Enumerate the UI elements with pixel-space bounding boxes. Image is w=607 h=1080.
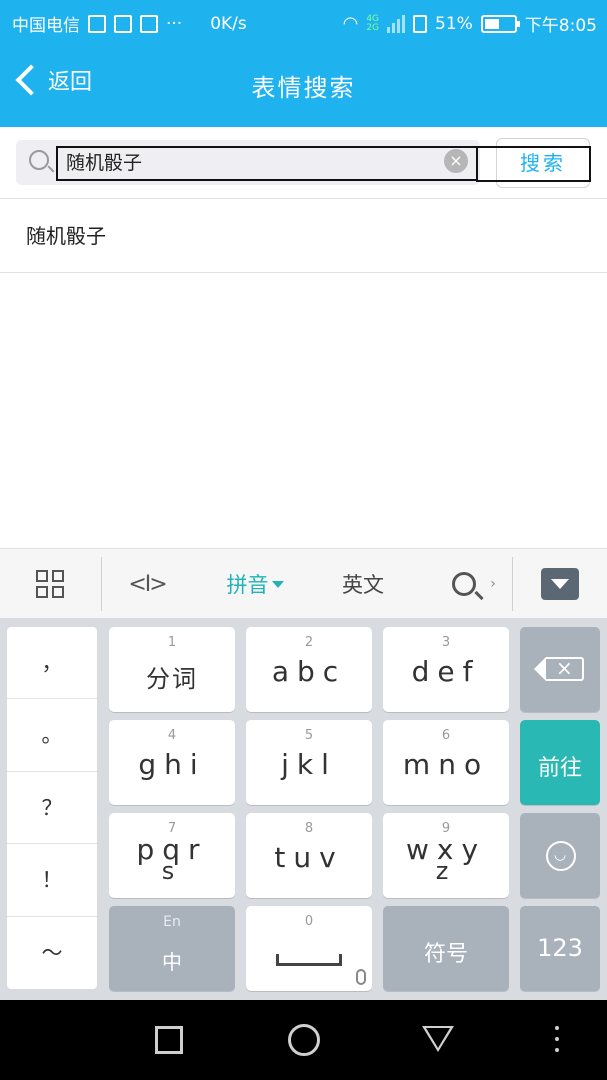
divider	[512, 557, 513, 611]
search-box[interactable]: 随机骰子 ×	[16, 140, 480, 185]
numeric-key[interactable]: 123	[520, 906, 600, 991]
clear-icon[interactable]: ×	[444, 149, 468, 173]
signal-icon	[387, 14, 406, 33]
key-number: 0	[304, 914, 314, 929]
caret-down-icon	[271, 580, 284, 588]
clock: 下午8:05	[524, 16, 597, 36]
cursor-icon: <I>	[128, 571, 167, 597]
smile-icon	[546, 841, 576, 871]
key-label: jkl	[281, 748, 337, 781]
go-label: 前往	[537, 756, 582, 781]
divider	[101, 557, 102, 611]
keyboard-search-button[interactable]: ›	[444, 549, 504, 619]
pinyin-tab[interactable]: 拼音	[210, 549, 300, 619]
numeric-label: 123	[537, 934, 583, 962]
symbol-key[interactable]: 符号	[383, 906, 509, 991]
cursor-button[interactable]: <I>	[112, 549, 182, 619]
symbol-label: 符号	[423, 942, 468, 967]
punct-key[interactable]: 。	[7, 699, 97, 772]
search-area: 随机骰子 × 搜索	[0, 127, 607, 199]
punctuation-column: ， 。 ？ ！ ～	[7, 627, 97, 989]
key-label: 分词	[146, 665, 198, 693]
key-label: ghi	[138, 748, 206, 781]
backspace-key[interactable]	[520, 627, 600, 712]
key-2[interactable]: 2 abc	[246, 627, 372, 712]
space-icon	[276, 954, 342, 966]
english-tab[interactable]: 英文	[320, 549, 406, 619]
emoji-key[interactable]	[520, 813, 600, 898]
key-label: abc	[271, 655, 347, 688]
recent-apps-icon[interactable]	[155, 1026, 183, 1054]
key-number: 4	[167, 728, 177, 743]
upload-notification-icon	[114, 14, 132, 33]
network-type-bottom: 2G	[366, 22, 380, 33]
language-bottom-label: 中	[162, 950, 182, 974]
key-number: 2	[304, 635, 314, 650]
key-number: 3	[441, 635, 451, 650]
network-type: 4G 2G	[366, 14, 380, 33]
back-icon[interactable]	[422, 1026, 454, 1052]
key-sublabel: z	[435, 857, 457, 885]
chevron-right-icon: ›	[490, 576, 496, 592]
go-key[interactable]: 前往	[520, 720, 600, 805]
keyboard-notification-icon	[88, 14, 106, 33]
pinyin-label: 拼音	[226, 573, 269, 597]
list-item[interactable]: 随机骰子	[0, 200, 607, 273]
language-top-label: En	[163, 914, 181, 930]
wifi-icon: ◠	[342, 13, 359, 34]
status-bar: 中国电信 ··· 0K/s ◠ 4G 2G 51% 下午8:05	[0, 0, 607, 44]
key-6[interactable]: 6 mno	[383, 720, 509, 805]
grid-icon	[36, 570, 64, 598]
key-label: def	[411, 655, 481, 688]
grid-button[interactable]	[14, 549, 86, 619]
microphone-icon	[356, 969, 366, 985]
key-number: 5	[304, 728, 314, 743]
more-notifications-icon: ···	[166, 13, 183, 34]
collapse-keyboard-button[interactable]	[528, 549, 592, 619]
key-1[interactable]: 1 分词	[109, 627, 235, 712]
punct-key[interactable]: ，	[7, 627, 97, 700]
search-button[interactable]: 搜索	[496, 138, 590, 188]
collapse-icon	[541, 568, 579, 600]
key-5[interactable]: 5 jkl	[246, 720, 372, 805]
battery-icon	[480, 14, 520, 33]
key-3[interactable]: 3 def	[383, 627, 509, 712]
key-number: 1	[167, 635, 177, 650]
key-7[interactable]: 7 pqr s	[109, 813, 235, 898]
sim-icon	[413, 14, 428, 33]
top-bar: 中国电信 ··· 0K/s ◠ 4G 2G 51% 下午8:05 返回 表情搜索	[0, 0, 607, 127]
punct-key[interactable]: ？	[7, 772, 97, 845]
space-key[interactable]: 0	[246, 906, 372, 991]
image-notification-icon	[140, 14, 158, 33]
key-number: 8	[304, 821, 314, 836]
keyboard-toolbar: <I> 拼音 英文 ›	[0, 548, 607, 618]
key-label: tuv	[274, 841, 344, 874]
navigation-bar	[0, 1000, 607, 1080]
key-sublabel: s	[161, 857, 183, 885]
search-input[interactable]: 随机骰子	[56, 146, 478, 181]
more-icon[interactable]	[555, 1026, 559, 1054]
title-bar: 返回 表情搜索	[0, 44, 607, 127]
home-icon[interactable]	[288, 1024, 320, 1056]
keyboard: ， 。 ？ ！ ～ 1 分词 2 abc 3 def 4 ghi 5 jkl 6…	[0, 618, 607, 1000]
carrier-label: 中国电信	[12, 16, 80, 36]
punct-key[interactable]: ！	[7, 844, 97, 917]
language-switch-key[interactable]: En 中	[109, 906, 235, 991]
key-8[interactable]: 8 tuv	[246, 813, 372, 898]
key-9[interactable]: 9 wxy z	[383, 813, 509, 898]
key-number: 6	[441, 728, 451, 743]
page-title: 表情搜索	[251, 74, 356, 102]
search-icon	[452, 572, 477, 596]
battery-percent: 51%	[435, 13, 473, 34]
network-speed: 0K/s	[210, 13, 247, 34]
key-label: mno	[402, 748, 490, 781]
search-icon	[29, 150, 49, 170]
key-4[interactable]: 4 ghi	[109, 720, 235, 805]
punct-key[interactable]: ～	[7, 917, 97, 989]
backspace-icon	[534, 656, 584, 681]
